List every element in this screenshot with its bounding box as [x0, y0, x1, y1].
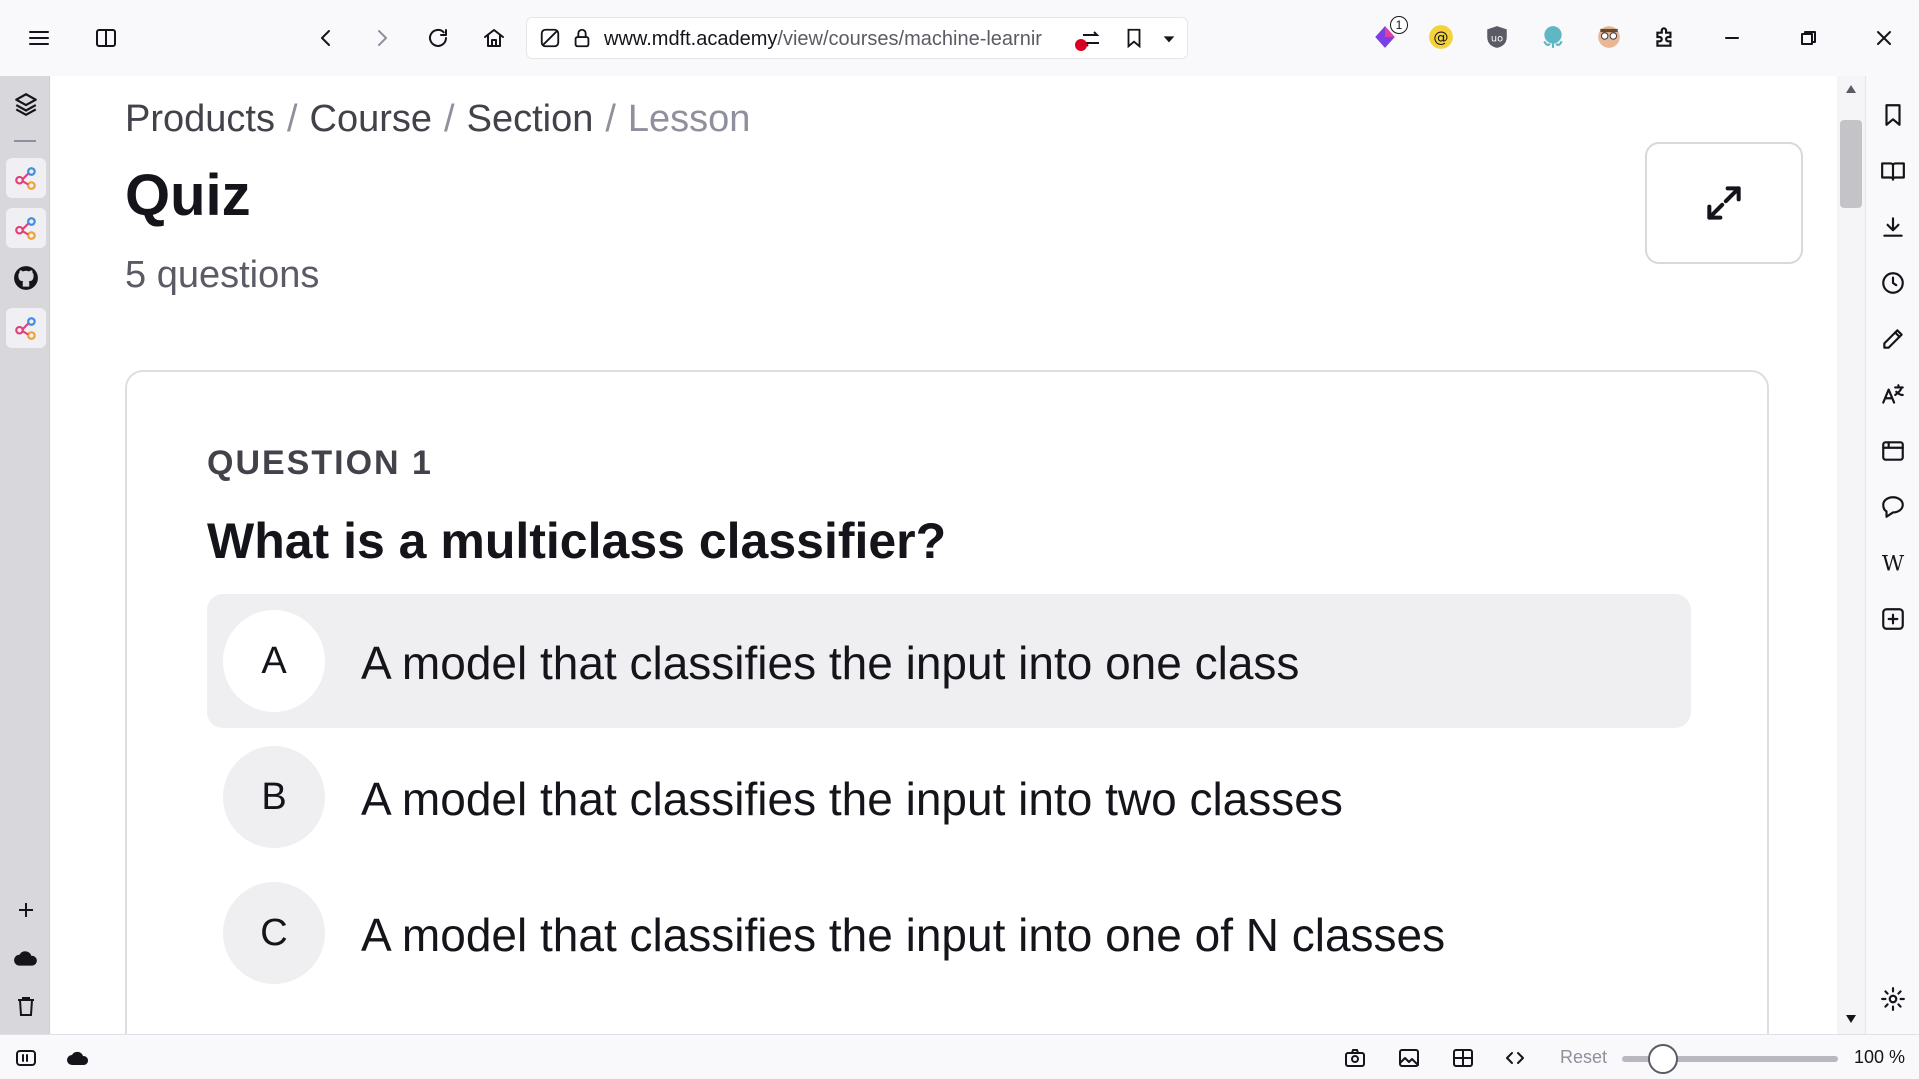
extensions-puzzle-icon[interactable] — [1648, 20, 1682, 54]
answer-option-b[interactable]: B A model that classifies the input into… — [207, 730, 1691, 864]
window-panel-icon[interactable] — [1876, 434, 1910, 468]
forward-icon[interactable] — [362, 18, 402, 58]
breadcrumb-products[interactable]: Products — [125, 98, 275, 140]
breadcrumb-course[interactable]: Course — [310, 98, 433, 140]
screenshot-camera-icon[interactable] — [1340, 1043, 1370, 1073]
history-icon[interactable] — [1876, 266, 1910, 300]
page-tiling-icon[interactable] — [1448, 1043, 1478, 1073]
quiz-card: QUESTION 1 What is a multiclass classifi… — [125, 370, 1769, 1034]
option-text: A model that classifies the input into t… — [361, 773, 1343, 825]
scroll-down-icon[interactable] — [1845, 1014, 1857, 1024]
wikipedia-icon[interactable]: W — [1876, 546, 1910, 580]
answer-option-a[interactable]: A A model that classifies the input into… — [207, 594, 1691, 728]
url-text[interactable]: www.mdft.academy/view/courses/machine-le… — [604, 28, 1064, 51]
lock-icon[interactable] — [571, 27, 593, 54]
translate-icon[interactable] — [1876, 378, 1910, 412]
bookmarks-icon[interactable] — [1876, 98, 1910, 132]
question-count: 5 questions — [125, 254, 320, 296]
zoom-level: 100 % — [1854, 1047, 1906, 1067]
breadcrumb-separator: / — [286, 98, 298, 140]
breadcrumb-section[interactable]: Section — [467, 98, 594, 140]
zoom-reset-button[interactable]: Reset — [1560, 1047, 1607, 1068]
web-panel-site-icon[interactable] — [6, 158, 46, 198]
github-icon[interactable] — [6, 258, 46, 298]
option-letter-badge: B — [223, 746, 325, 848]
reload-icon[interactable] — [418, 18, 458, 58]
extension-octopus-icon[interactable] — [1536, 20, 1570, 54]
translate-page-icon[interactable] — [1075, 27, 1103, 56]
question-label: QUESTION 1 — [207, 444, 433, 482]
extension-at-icon[interactable]: @ — [1424, 20, 1458, 54]
image-toggle-icon[interactable] — [1394, 1043, 1424, 1073]
rail-divider — [14, 140, 36, 142]
back-icon[interactable] — [306, 18, 346, 58]
fullscreen-button[interactable] — [1645, 142, 1803, 264]
option-text: A model that classifies the input into o… — [361, 637, 1300, 689]
cloud-icon[interactable] — [6, 938, 46, 978]
option-letter-badge: C — [223, 882, 325, 984]
chat-icon[interactable] — [1876, 490, 1910, 524]
option-letter-badge: A — [223, 610, 325, 712]
page-content: Products / Course / Section / Lesson Quiz 5 qu… — [51, 76, 1837, 1034]
option-text: A model that classifies the input into o… — [361, 909, 1446, 961]
zoom-slider-handle[interactable] — [1648, 1044, 1678, 1074]
minimize-icon[interactable] — [1712, 18, 1752, 58]
breadcrumb: Products / Course / Section / Lesson — [125, 98, 750, 141]
svg-text:@: @ — [1433, 28, 1448, 46]
reading-list-icon[interactable] — [1876, 154, 1910, 188]
tracking-protection-icon[interactable] — [539, 27, 561, 54]
right-sidebar: W — [1865, 76, 1919, 1034]
ublock-shield-icon[interactable]: uo — [1480, 20, 1514, 54]
close-icon[interactable] — [1864, 18, 1904, 58]
browser-toolbar: www.mdft.academy/view/courses/machine-le… — [0, 0, 1919, 76]
developer-tools-icon[interactable] — [1500, 1043, 1530, 1073]
settings-gear-icon[interactable] — [1876, 982, 1910, 1016]
sync-cloud-icon[interactable] — [63, 1043, 93, 1073]
breadcrumb-separator: / — [444, 98, 455, 140]
answer-option-c[interactable]: C A model that classifies the input into… — [207, 866, 1691, 1000]
extension-face-icon[interactable] — [1592, 20, 1626, 54]
downloads-icon[interactable] — [1876, 210, 1910, 244]
bookmark-icon[interactable] — [1123, 27, 1145, 54]
home-icon[interactable] — [474, 18, 514, 58]
web-panel-site-icon[interactable] — [6, 208, 46, 248]
breadcrumb-lesson: Lesson — [627, 98, 751, 140]
expand-icon — [1707, 186, 1741, 220]
web-panel-site-icon[interactable] — [6, 308, 46, 348]
sidebar-toggle-icon[interactable] — [86, 18, 126, 58]
address-bar[interactable]: www.mdft.academy/view/courses/machine-le… — [526, 17, 1188, 59]
menu-icon[interactable] — [19, 18, 59, 58]
scrollbar-thumb[interactable] — [1840, 120, 1862, 208]
extension-gem-icon[interactable]: 1 — [1368, 16, 1408, 54]
dropdown-arrow-icon[interactable] — [1161, 31, 1177, 52]
notes-icon[interactable] — [1876, 322, 1910, 356]
scrollbar[interactable] — [1837, 76, 1865, 1034]
panel-toggle-icon[interactable] — [11, 1043, 41, 1073]
add-panel-icon[interactable] — [6, 890, 46, 930]
restore-icon[interactable] — [1788, 18, 1828, 58]
question-text: What is a multiclass classifier? — [207, 513, 947, 569]
scroll-up-icon[interactable] — [1845, 84, 1857, 94]
svg-text:uo: uo — [1491, 33, 1503, 44]
side-panel-rail — [0, 76, 50, 1034]
status-bar: Reset 100 % — [0, 1034, 1919, 1079]
page-title: Quiz — [125, 163, 251, 228]
trash-icon[interactable] — [6, 986, 46, 1026]
extension-badge: 1 — [1390, 16, 1408, 34]
add-web-panel-icon[interactable] — [1876, 602, 1910, 636]
layers-icon[interactable] — [6, 84, 46, 124]
breadcrumb-separator: / — [605, 98, 616, 140]
svg-text:W: W — [1882, 552, 1905, 576]
